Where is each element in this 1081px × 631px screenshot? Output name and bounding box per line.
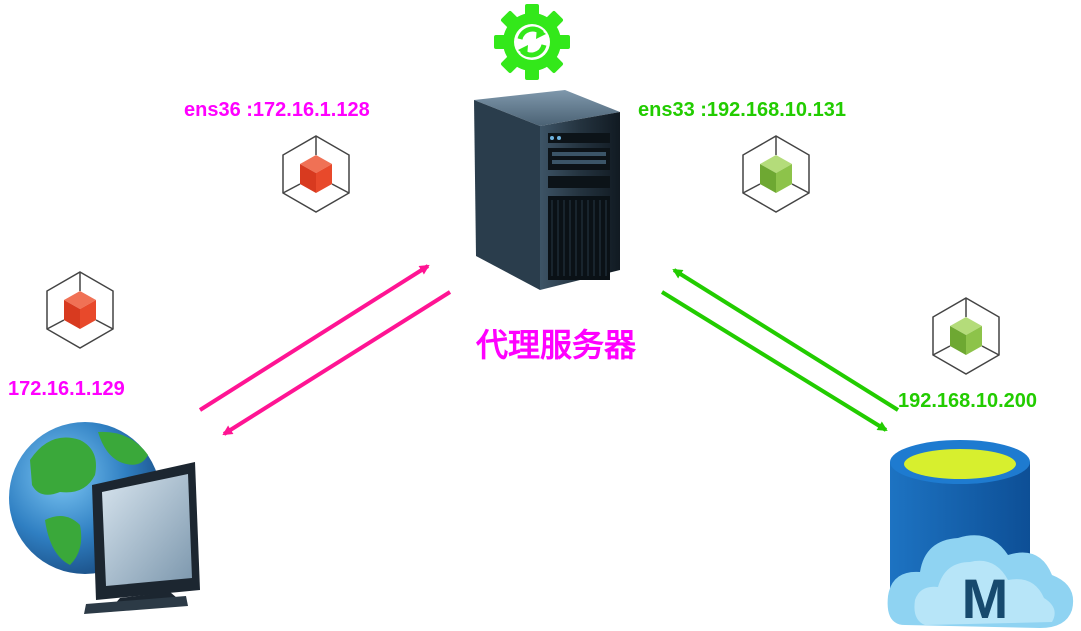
network-interface-cube-icon-ens33	[742, 135, 810, 213]
cloud-database-icon: M	[887, 440, 1074, 630]
arrow-proxy-to-db	[660, 290, 888, 432]
ens33-interface-label: ens33 :192.168.10.131	[638, 99, 846, 121]
ens36-interface-label: ens36 :172.16.1.128	[184, 99, 370, 121]
database-ip-label: 192.168.10.200	[898, 390, 1038, 412]
globe-computer-icon	[9, 422, 200, 614]
sync-gear-icon	[494, 4, 570, 80]
network-interface-cube-icon-db	[932, 297, 1000, 375]
diagram-canvas: M	[9, 4, 1074, 630]
client-ip-label: 172.16.1.129	[8, 378, 125, 400]
network-interface-cube-icon-ens36	[282, 135, 350, 213]
proxy-server-title: 代理服务器	[476, 326, 637, 364]
arrow-proxy-to-client	[222, 290, 452, 436]
db-icon-letter: M	[962, 567, 1009, 630]
network-interface-cube-icon-client	[46, 271, 114, 349]
arrow-client-to-proxy	[198, 264, 430, 412]
server-tower-icon	[474, 90, 620, 290]
arrow-db-to-proxy	[672, 268, 900, 412]
